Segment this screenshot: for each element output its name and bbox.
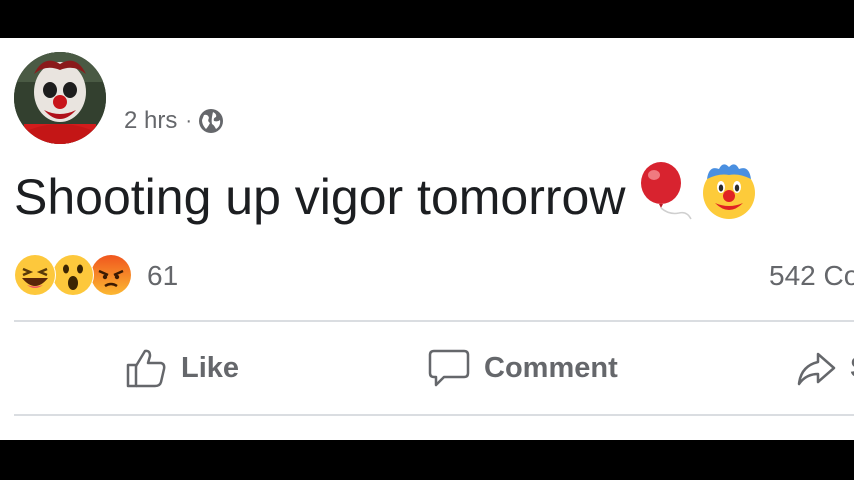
post-text: Shooting up vigor tomorrow	[14, 169, 626, 225]
clown-avatar-image	[14, 52, 106, 144]
post-card: 2 hrs · Shooting up vigor tomorrow 61 54…	[0, 38, 854, 440]
wow-icon	[52, 254, 94, 296]
angry-icon	[90, 254, 132, 296]
meta-separator: ·	[185, 109, 193, 132]
haha-icon	[14, 254, 56, 296]
share-arrow-icon	[797, 352, 836, 386]
comment-label: Comment	[484, 351, 618, 384]
globe-icon[interactable]	[198, 108, 224, 134]
post-timestamp[interactable]: 2 hrs	[124, 107, 177, 135]
reactions-summary: 61 542 Co	[14, 254, 854, 296]
reaction-count[interactable]: 61	[147, 260, 178, 292]
balloon-icon	[639, 161, 693, 233]
like-label: Like	[181, 351, 240, 384]
thumbs-up-icon	[126, 349, 166, 388]
comment-button[interactable]: Comment	[428, 328, 618, 408]
post-meta: 2 hrs ·	[124, 106, 224, 136]
share-label: S	[850, 352, 854, 385]
avatar[interactable]	[14, 52, 106, 144]
like-button[interactable]: Like	[125, 328, 239, 408]
share-button[interactable]: S	[796, 328, 854, 408]
divider-top	[14, 320, 854, 322]
divider-bottom	[14, 414, 854, 416]
comment-count[interactable]: 542 Co	[769, 260, 854, 292]
post-text-row: Shooting up vigor tomorrow	[14, 161, 759, 233]
clown-face-icon	[699, 161, 759, 233]
comment-bubble-icon	[428, 349, 470, 387]
post-actions: Like Comment S	[0, 328, 854, 408]
